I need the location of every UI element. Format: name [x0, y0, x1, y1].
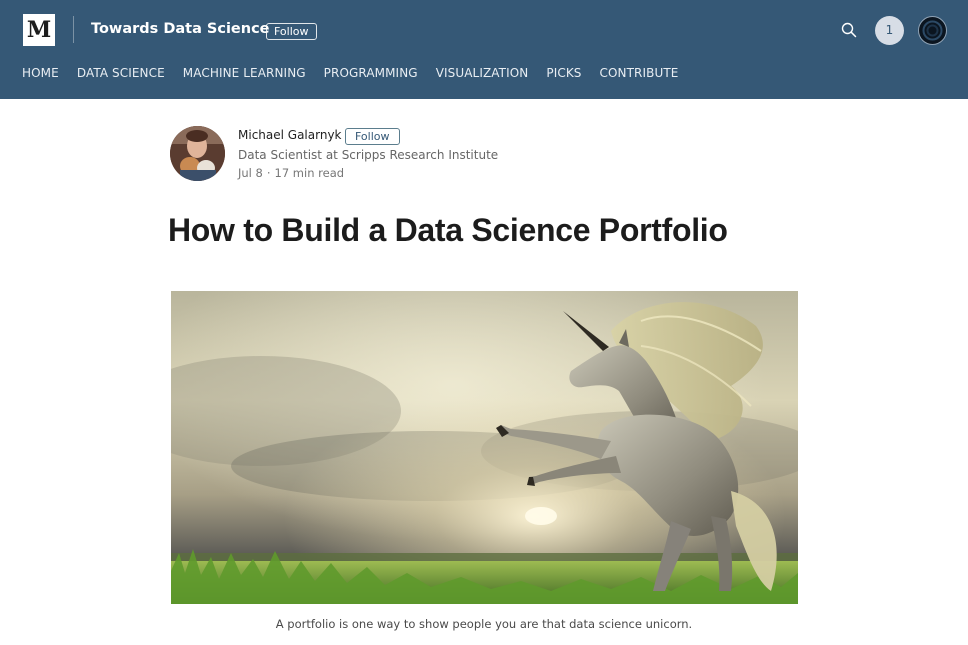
author-name[interactable]: Michael Galarnyk: [238, 128, 342, 142]
hero-image: [171, 291, 798, 604]
author-photo: [170, 126, 225, 181]
publish-date: Jul 8: [238, 166, 263, 180]
publication-title[interactable]: Towards Data Science: [91, 21, 270, 37]
nav-item-picks[interactable]: PICKS: [546, 66, 581, 80]
author-avatar[interactable]: [170, 126, 225, 181]
notification-count-badge[interactable]: 1: [875, 16, 904, 45]
nav-item-data-science[interactable]: DATA SCIENCE: [77, 66, 165, 80]
nav-item-machine-learning[interactable]: MACHINE LEARNING: [183, 66, 306, 80]
image-caption: A portfolio is one way to show people yo…: [275, 617, 693, 631]
publication-nav: HOME DATA SCIENCE MACHINE LEARNING PROGR…: [22, 66, 678, 80]
meta-separator: ·: [266, 166, 271, 180]
article-meta: Jul 8 · 17 min read: [238, 166, 344, 180]
header-divider: [73, 16, 74, 43]
user-avatar[interactable]: [918, 16, 947, 45]
nav-item-contribute[interactable]: CONTRIBUTE: [600, 66, 679, 80]
search-icon[interactable]: [840, 21, 858, 39]
nav-item-visualization[interactable]: VISUALIZATION: [436, 66, 529, 80]
top-header: M Towards Data Science Follow 1 HOME DAT…: [0, 0, 968, 99]
medium-logo[interactable]: M: [23, 14, 55, 46]
author-follow-button[interactable]: Follow: [345, 128, 400, 145]
nav-item-programming[interactable]: PROGRAMMING: [324, 66, 418, 80]
user-avatar-image: [919, 17, 946, 44]
read-time: 17 min read: [274, 166, 345, 180]
publication-follow-button[interactable]: Follow: [266, 23, 317, 40]
article-title: How to Build a Data Science Portfolio: [168, 212, 728, 248]
unicorn-illustration: [171, 291, 798, 604]
author-bio: Data Scientist at Scripps Research Insti…: [238, 148, 499, 162]
nav-item-home[interactable]: HOME: [22, 66, 59, 80]
